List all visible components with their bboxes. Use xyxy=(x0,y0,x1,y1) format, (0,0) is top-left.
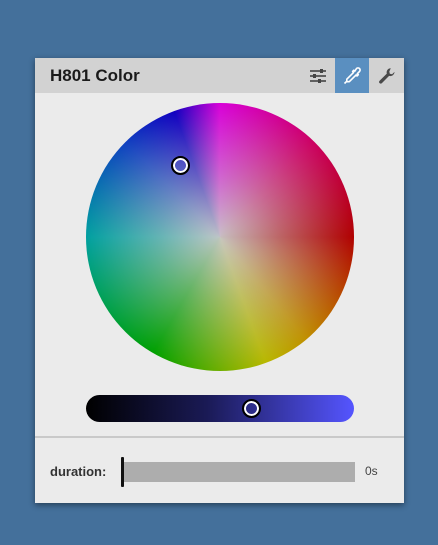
wrench-icon xyxy=(379,67,395,84)
duration-label: duration: xyxy=(50,464,107,479)
color-wheel-handle[interactable] xyxy=(171,156,190,175)
color-panel: H801 Color duration: 0s xyxy=(35,58,404,503)
duration-slider[interactable] xyxy=(121,462,355,482)
panel-title: H801 Color xyxy=(50,66,140,85)
brightness-slider-handle[interactable] xyxy=(242,399,261,418)
sliders-icon xyxy=(310,68,326,83)
settings-button[interactable] xyxy=(370,58,404,93)
sliders-button[interactable] xyxy=(301,58,335,93)
eyedropper-icon xyxy=(343,66,361,84)
duration-slider-handle[interactable] xyxy=(121,457,124,487)
duration-value: 0s xyxy=(365,464,378,478)
divider xyxy=(35,436,404,438)
color-wheel[interactable] xyxy=(86,103,354,371)
panel-header: H801 Color xyxy=(35,58,404,93)
brightness-slider[interactable] xyxy=(86,395,354,422)
color-picker-button[interactable] xyxy=(335,58,369,93)
